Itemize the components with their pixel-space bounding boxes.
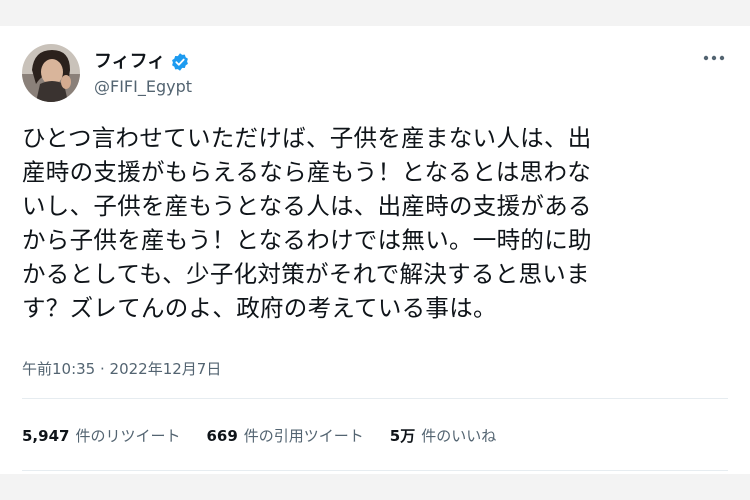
verified-badge-icon xyxy=(170,52,190,72)
retweets-label: 件のリツイート xyxy=(75,427,181,445)
quote-tweets-stat[interactable]: 669 件の引用ツイート xyxy=(206,425,363,446)
author-name-row[interactable]: フィフィ xyxy=(94,50,190,74)
divider xyxy=(22,470,728,471)
engagement-stats: 5,947 件のリツイート 669 件の引用ツイート 5万 件のいいね xyxy=(22,425,522,447)
divider xyxy=(22,398,728,399)
avatar[interactable] xyxy=(22,44,80,102)
likes-stat[interactable]: 5万 件のいいね xyxy=(390,425,496,446)
likes-count: 5万 xyxy=(389,427,416,445)
author-handle[interactable]: @FIFI_Egypt xyxy=(94,76,192,98)
quote-tweets-label: 件の引用ツイート xyxy=(243,427,364,445)
retweets-count: 5,947 xyxy=(22,427,70,445)
top-frame-bar xyxy=(0,0,750,26)
more-horizontal-icon[interactable] xyxy=(700,48,728,68)
tweet-card: フィフィ @FIFI_Egypt ひとつ言わせていただけば、子供を産まない人は、… xyxy=(0,26,750,474)
display-name[interactable]: フィフィ xyxy=(94,50,165,74)
likes-label: 件のいいね xyxy=(421,427,497,445)
retweets-stat[interactable]: 5,947 件のリツイート xyxy=(22,425,180,446)
bottom-frame-bar xyxy=(0,474,750,500)
tweet-timestamp[interactable]: 午前10:35 · 2022年12月7日 xyxy=(22,359,221,379)
avatar-image xyxy=(22,44,80,102)
tweet-text: ひとつ言わせていただけば、子供を産まない人は、出 産時の支援がもらえるなら産もう… xyxy=(22,124,592,322)
quote-tweets-count: 669 xyxy=(206,427,238,445)
